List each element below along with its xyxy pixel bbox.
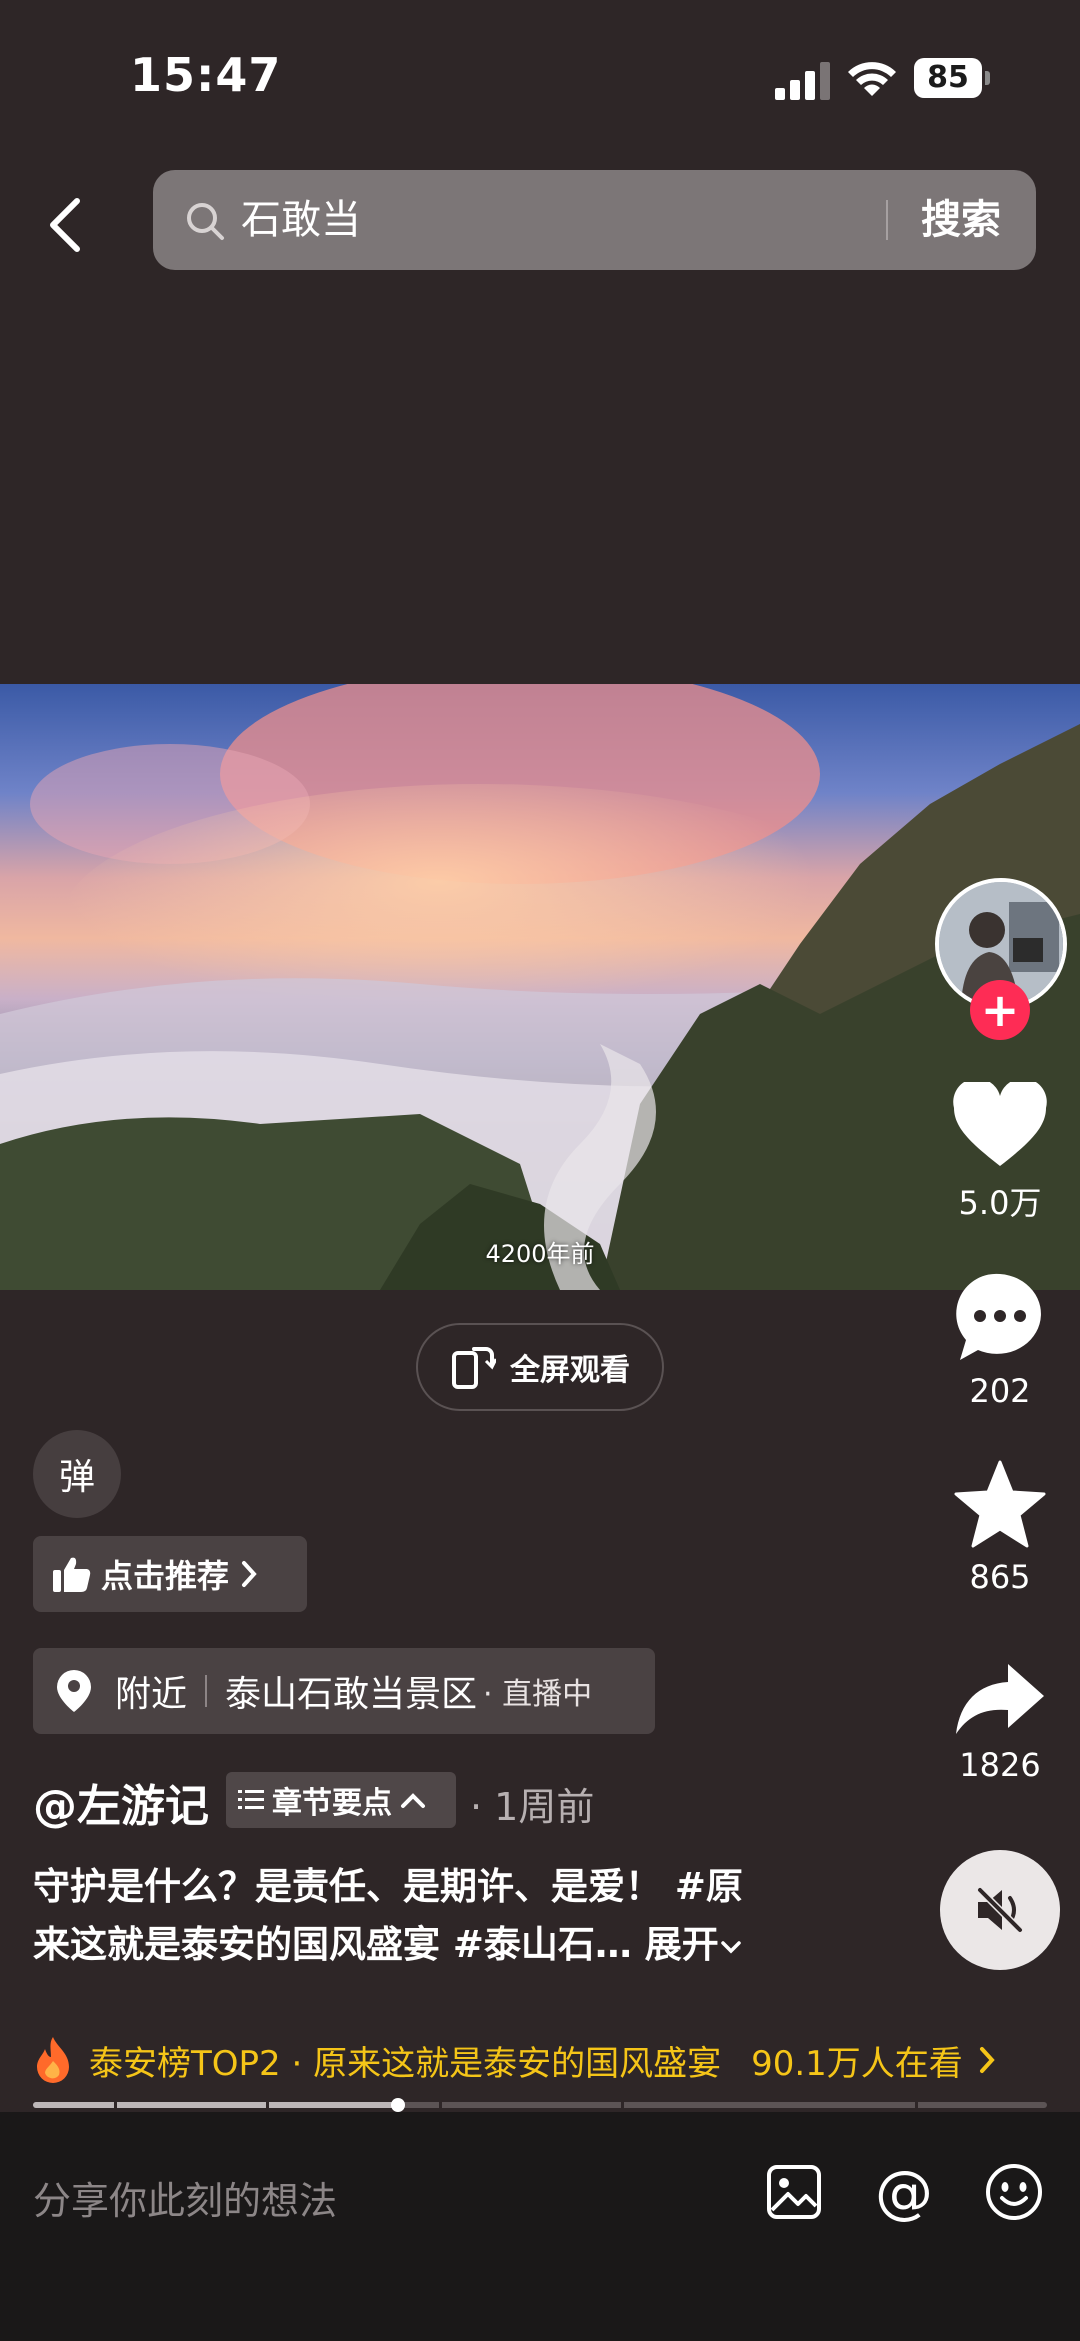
chevron-left-icon bbox=[50, 198, 80, 252]
location-pin-icon bbox=[57, 1670, 91, 1712]
comment-count: 202 bbox=[969, 1372, 1031, 1410]
heart-icon bbox=[953, 1078, 1047, 1166]
landscape-video-frame bbox=[0, 684, 1080, 1290]
search-bar[interactable]: 石敢当 搜索 bbox=[153, 170, 1036, 270]
follow-button[interactable]: + bbox=[970, 980, 1030, 1040]
signal-icon bbox=[775, 62, 830, 100]
status-time: 15:47 bbox=[130, 48, 282, 102]
author-name[interactable]: @左游记 bbox=[33, 1770, 209, 1834]
location-divider bbox=[205, 1675, 208, 1707]
description-line-2-text: 来这就是泰安的国风盛宴 #泰山石… bbox=[33, 1923, 645, 1966]
mute-button[interactable] bbox=[940, 1850, 1060, 1970]
image-icon[interactable] bbox=[766, 2164, 822, 2220]
chapter-marker bbox=[438, 2102, 442, 2108]
danmaku-toggle[interactable]: 弹 bbox=[33, 1430, 121, 1518]
chevron-down-icon bbox=[721, 1940, 741, 1953]
chevron-up-icon bbox=[401, 1793, 425, 1808]
search-divider bbox=[886, 200, 888, 240]
chapter-marker bbox=[621, 2102, 625, 2108]
chapter-marker bbox=[114, 2102, 118, 2108]
location-live-status: · 直播中 bbox=[483, 1677, 593, 1712]
location-name: 泰山石敢当景区 bbox=[225, 1674, 478, 1715]
expand-label: 展开 bbox=[644, 1923, 719, 1966]
share-count: 1826 bbox=[959, 1746, 1041, 1784]
chevron-right-icon bbox=[979, 2047, 995, 2073]
comment-icon bbox=[956, 1273, 1041, 1360]
recommend-button[interactable]: 点击推荐 bbox=[33, 1536, 307, 1612]
mention-icon[interactable]: @ bbox=[872, 2160, 936, 2224]
post-time: · 1周前 bbox=[470, 1785, 595, 1829]
fullscreen-label: 全屏观看 bbox=[510, 1353, 630, 1388]
chevron-right-icon bbox=[242, 1561, 257, 1587]
like-button[interactable]: 5.0万 bbox=[930, 1078, 1070, 1224]
video-subtitle: 4200年前 bbox=[485, 1240, 595, 1268]
chapter-marker bbox=[266, 2102, 270, 2108]
comment-button[interactable]: 202 bbox=[930, 1272, 1070, 1410]
danmaku-label: 弹 bbox=[58, 1457, 95, 1498]
search-button[interactable]: 搜索 bbox=[921, 192, 1001, 248]
star-icon bbox=[954, 1460, 1046, 1548]
description-line-1: 守护是什么？是责任、是期许、是爱！ #原 bbox=[33, 1865, 743, 1908]
battery-level: 85 bbox=[914, 58, 982, 98]
hot-ranking-banner[interactable]: 泰安榜TOP2 · 原来这就是泰安的国风盛宴 90.1万人在看 bbox=[33, 2030, 1053, 2090]
favorite-count: 865 bbox=[969, 1558, 1031, 1596]
video-description: 守护是什么？是责任、是期许、是爱！ #原 来这就是泰安的国风盛宴 #泰山石… 展… bbox=[33, 1858, 833, 1974]
wifi-icon bbox=[848, 62, 896, 96]
video-player[interactable] bbox=[0, 684, 1080, 1290]
favorite-button[interactable]: 865 bbox=[930, 1460, 1070, 1596]
rotate-screen-icon bbox=[452, 1347, 496, 1389]
recommend-label: 点击推荐 bbox=[101, 1557, 230, 1595]
expand-button[interactable]: 展开 bbox=[645, 1923, 743, 1966]
emoji-icon[interactable] bbox=[984, 2162, 1044, 2222]
progress-thumb[interactable] bbox=[391, 2098, 406, 2112]
back-button[interactable] bbox=[30, 190, 100, 260]
chapter-label: 章节要点 bbox=[272, 1786, 392, 1821]
description-line-2: 来这就是泰安的国风盛宴 #泰山石… 展开 bbox=[33, 1916, 833, 1974]
speaker-muted-icon bbox=[977, 1887, 1023, 1933]
hot-ranking-viewers: 90.1万人在看 bbox=[751, 2043, 963, 2084]
search-icon bbox=[187, 203, 224, 240]
progress-fill bbox=[33, 2102, 399, 2108]
list-icon bbox=[238, 1790, 264, 1809]
chapter-marker bbox=[915, 2102, 919, 2108]
search-input[interactable]: 石敢当 bbox=[241, 192, 361, 248]
thumbs-up-icon bbox=[53, 1557, 91, 1592]
video-progress-bar[interactable] bbox=[33, 2098, 1047, 2112]
like-count: 5.0万 bbox=[958, 1184, 1042, 1222]
share-arrow-icon bbox=[956, 1664, 1044, 1734]
share-button[interactable]: 1826 bbox=[930, 1662, 1070, 1784]
fullscreen-button[interactable]: 全屏观看 bbox=[416, 1323, 664, 1411]
comment-input[interactable]: 分享你此刻的想法 bbox=[33, 2170, 337, 2225]
battery-indicator: 85 bbox=[914, 58, 990, 98]
comment-bar: 分享你此刻的想法 @ bbox=[0, 2112, 1080, 2341]
hot-ranking-text: 泰安榜TOP2 · 原来这就是泰安的国风盛宴 bbox=[89, 2043, 722, 2084]
chapter-highlights-button[interactable]: 章节要点 bbox=[226, 1772, 456, 1828]
fire-icon bbox=[37, 2037, 69, 2083]
location-chip[interactable]: 附近 泰山石敢当景区 · 直播中 bbox=[33, 1648, 655, 1734]
location-nearby: 附近 bbox=[115, 1674, 188, 1715]
